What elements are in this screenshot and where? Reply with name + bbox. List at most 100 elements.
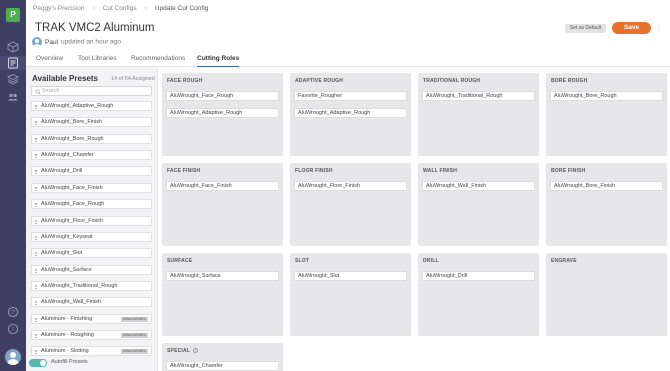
autofill-toggle[interactable] [29,359,47,367]
role-title: BORE FINISH [551,168,585,174]
preset-item[interactable]: AluWrought_Keyseat [31,231,152,242]
assigned-preset-chip[interactable]: AluWrought_Slot [294,271,407,281]
preset-item[interactable]: Aluminum - Finishing UNASSIGNED [31,313,152,324]
tab-tool-libraries[interactable]: Tool Libraries [78,55,117,67]
drag-handle-icon[interactable] [35,121,37,126]
role-card-face-rough[interactable]: FACE ROUGH AluWrought_Face_Rough AluWrough… [162,73,283,156]
role-card-face-finish[interactable]: FACE FINISH AluWrought_Face_Finish [162,163,283,246]
role-card-bore-rough[interactable]: BORE ROUGH AluWrought_Bore_Rough [546,73,667,156]
assigned-preset-chip[interactable]: AluWrought_Surface [166,271,279,281]
preset-item[interactable]: AluWrought_Wall_Finish [31,297,152,308]
preset-label: AluWrought_Drill [41,168,83,175]
tab-cutting-roles[interactable]: Cutting Roles [197,55,240,67]
drag-handle-icon[interactable] [35,170,37,175]
role-card-surface[interactable]: SURFACE AluWrought_Surface [162,253,283,336]
role-card-engrave[interactable]: ENGRAVE [546,253,667,336]
help-icon[interactable]: ? [7,306,19,318]
assigned-preset-chip[interactable]: AluWrought_Face_Finish [166,181,279,191]
tab-overview[interactable]: Overview [36,55,63,67]
config-icon[interactable] [7,57,19,69]
updated-meta: Paul updated an hour ago [32,37,121,48]
search-input[interactable] [42,87,148,95]
team-icon[interactable] [7,91,19,103]
role-card-adaptive-rough[interactable]: ADAPTIVE ROUGH Favorite_Rougher AluWrought… [290,73,411,156]
preset-label: AluWrought_Adaptive_Rough [41,103,114,109]
save-button[interactable]: Save [612,22,651,34]
drag-handle-icon[interactable] [35,235,37,240]
preset-label: AluWrought_Bore_Rough [41,135,104,142]
breadcrumb-section[interactable]: Cut Configs [103,5,137,12]
role-title: ADAPTIVE ROUGH [295,78,343,84]
preset-item[interactable]: AluWrought_Bore_Finish [31,117,152,128]
preset-item[interactable]: AluWrought_Floor_Finish [31,215,152,226]
drag-handle-icon[interactable] [35,284,37,289]
role-title-text: SURFACE [167,258,193,264]
preset-label: Aluminum - Roughing [41,331,94,338]
preset-item[interactable]: Aluminum - Slotting UNASSIGNED [31,346,152,357]
preset-item[interactable]: AluWrought_Face_Rough [31,199,152,210]
role-card-floor-finish[interactable]: FLOOR FINISH AluWrought_Floor_Finish [290,163,411,246]
drag-handle-icon[interactable] [35,203,37,208]
preset-item[interactable]: AluWrought_Traditional_Rough [31,280,152,291]
preset-item[interactable]: AluWrought_Adaptive_Rough [31,101,152,111]
preset-label: AluWrought_Slot [41,250,83,257]
preset-item[interactable]: AluWrought_Slot [31,248,152,259]
drag-handle-icon[interactable] [35,105,37,109]
preset-item[interactable]: AluWrought_Face_Finish [31,182,152,193]
role-card-drill[interactable]: DRILL AluWrought_Drill [418,253,539,336]
drag-handle-icon[interactable] [35,301,37,306]
preset-label: AluWrought_Face_Finish [41,184,103,191]
drag-handle-icon[interactable] [35,219,37,224]
breadcrumb-root[interactable]: Peggy's Precision [33,5,84,12]
role-title: TRADITIONAL ROUGH [423,78,480,84]
assigned-preset-chip[interactable]: AluWrought_Wall_Finish [422,181,535,191]
assigned-preset-chip[interactable]: AluWrought_Floor_Finish [294,181,407,191]
info-icon[interactable]: i [193,348,199,354]
role-card-special[interactable]: SPECIAL i AluWrought_Chamfer [162,343,283,371]
drag-handle-icon[interactable] [35,317,37,322]
assigned-preset-chip[interactable]: AluWrought_Adaptive_Rough [166,107,279,118]
preset-label: AluWrought_Traditional_Rough [41,282,118,289]
assigned-preset-chip[interactable]: AluWrought_Traditional_Rough [422,91,535,101]
drag-handle-icon[interactable] [35,333,37,338]
preset-item[interactable]: AluWrought_Bore_Rough [31,133,152,144]
role-card-traditional-rough[interactable]: TRADITIONAL ROUGH AluWrought_Traditional_… [418,73,539,156]
drag-handle-icon[interactable] [35,268,37,273]
set-as-default-button[interactable]: Set as Default [565,24,606,33]
preset-item[interactable]: AluWrought_Chamfer [31,150,152,161]
role-title-text: TRADITIONAL ROUGH [423,78,481,84]
assigned-preset-chip[interactable]: AluWrought_Adaptive_Rough [294,107,407,118]
cube-icon[interactable] [7,41,19,53]
preset-label: AluWrought_Chamfer [41,152,94,159]
drag-handle-icon[interactable] [35,252,37,257]
more-options-icon[interactable]: · · · [657,22,661,35]
role-title-text: BORE FINISH [551,168,586,174]
app-logo[interactable]: P [6,8,20,22]
assigned-preset-chip[interactable]: AluWrought_Face_Rough [166,91,279,101]
drag-handle-icon[interactable] [35,186,37,191]
role-card-wall-finish[interactable]: WALL FINISH AluWrought_Wall_Finish [418,163,539,246]
preset-item[interactable]: Aluminum - Roughing UNASSIGNED [31,329,152,340]
preset-label: AluWrought_Surface [41,266,92,273]
info-icon[interactable]: ! [7,323,19,335]
role-card-bore-finish[interactable]: BORE FINISH AluWrought_Bore_Finish [546,163,667,246]
search-box [31,86,152,96]
role-title: SPECIAL i [167,348,199,354]
preset-item[interactable]: AluWrought_Drill [31,166,152,177]
drag-handle-icon[interactable] [35,137,37,142]
account-avatar[interactable] [5,349,21,365]
tab-recommendations[interactable]: Recommendations [131,55,185,67]
assigned-preset-chip[interactable]: AluWrought_Bore_Finish [550,181,663,191]
layers-icon[interactable] [7,73,19,85]
assigned-preset-chip[interactable]: AluWrought_Bore_Rough [550,91,663,101]
role-card-slot[interactable]: SLOT AluWrought_Slot [290,253,411,336]
svg-text:!: ! [12,327,14,333]
drag-handle-icon[interactable] [35,350,37,355]
drag-handle-icon[interactable] [35,154,37,159]
assigned-preset-chip[interactable]: Favorite_Rougher [294,91,407,101]
assigned-count: 14 of 54 Assigned [111,76,155,82]
tab-bar: Overview Tool Libraries Recommendations … [26,52,670,67]
assigned-preset-chip[interactable]: AluWrought_Drill [422,271,535,281]
assigned-preset-chip[interactable]: AluWrought_Chamfer [166,361,279,371]
preset-item[interactable]: AluWrought_Surface [31,264,152,275]
